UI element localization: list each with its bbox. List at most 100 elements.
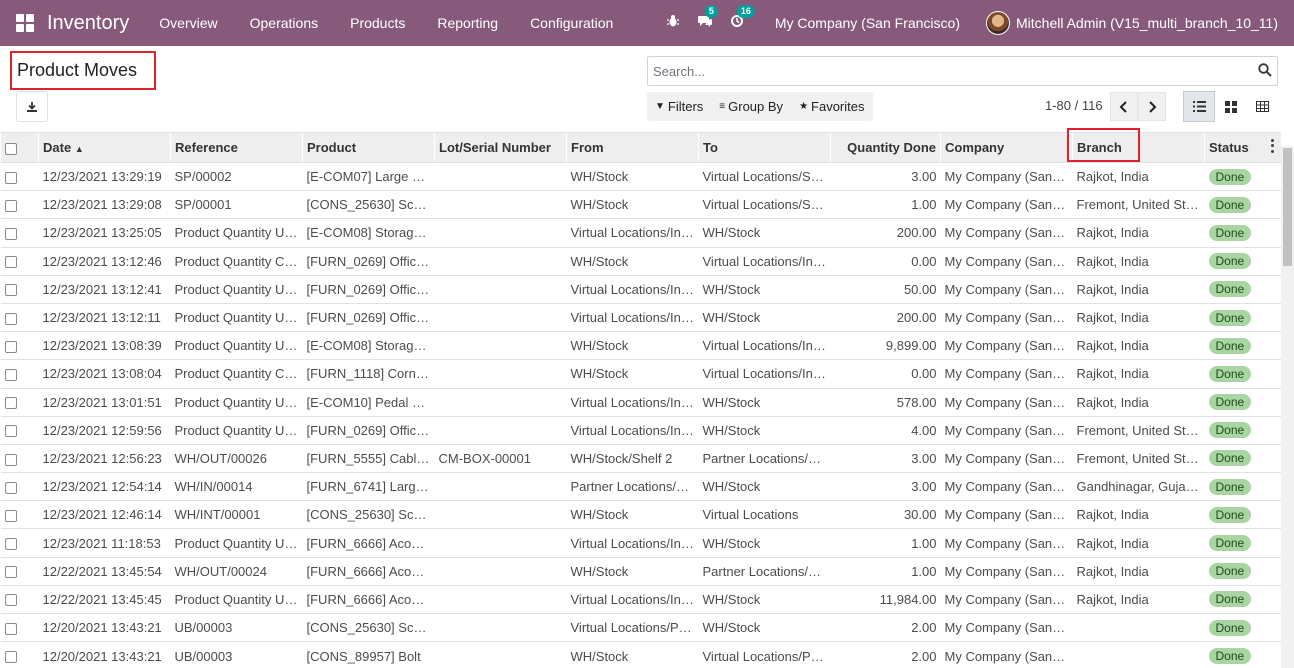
row-checkbox[interactable] bbox=[4, 312, 17, 325]
menu-operations[interactable]: Operations bbox=[234, 0, 334, 46]
table-row[interactable]: 12/23/2021 12:46:14 WH/INT/00001 [CONS_256… bbox=[0, 500, 1281, 529]
table-row[interactable]: 12/22/2021 13:45:45Product Quantity Upda… bbox=[0, 584, 1281, 614]
cell-branch bbox=[1072, 641, 1205, 668]
table-row[interactable]: 12/23/2021 13:12:11Product Quantity Upda… bbox=[0, 302, 1281, 332]
table-row[interactable]: 12/23/2021 13:29:08 SP/00001 [CONS_25630] … bbox=[0, 190, 1281, 219]
column-date[interactable]: Date ▲ bbox=[38, 132, 171, 163]
table-row[interactable]: 12/23/2021 13:12:46 Product Quantity Conf… bbox=[0, 246, 1281, 276]
table-body: 12/23/2021 13:29:19 SP/00002 [E-COM07] Lar… bbox=[0, 161, 1281, 668]
cell-company: My Company (San Francisco) bbox=[940, 331, 1073, 360]
row-select-cell[interactable] bbox=[0, 528, 39, 558]
column-reference[interactable]: Reference bbox=[170, 132, 303, 163]
activities-icon[interactable]: 16 bbox=[727, 5, 755, 33]
row-checkbox[interactable] bbox=[4, 284, 17, 297]
user-avatar[interactable] bbox=[986, 11, 1010, 35]
bug-icon[interactable] bbox=[663, 13, 683, 33]
filters-button[interactable]: ▼ Filters bbox=[647, 92, 711, 121]
row-select-cell[interactable] bbox=[0, 472, 39, 501]
row-select-cell[interactable] bbox=[0, 556, 39, 586]
row-select-cell[interactable] bbox=[0, 443, 39, 473]
column-branch[interactable]: Branch bbox=[1072, 132, 1205, 163]
menu-overview[interactable]: Overview bbox=[143, 0, 233, 46]
apps-menu-icon[interactable] bbox=[16, 14, 34, 32]
row-checkbox[interactable] bbox=[4, 622, 17, 635]
table-row[interactable]: 12/23/2021 13:12:41Product Quantity Upda… bbox=[0, 274, 1281, 304]
cell-branch: Fremont, United States bbox=[1072, 190, 1205, 219]
row-checkbox[interactable] bbox=[4, 481, 17, 494]
search-icon[interactable] bbox=[1258, 63, 1272, 80]
row-checkbox[interactable] bbox=[4, 651, 17, 664]
search-input[interactable] bbox=[648, 57, 1238, 85]
cell-status: Done bbox=[1204, 190, 1281, 219]
table-row[interactable]: 12/23/2021 12:54:14 WH/IN/00014 [FURN_6741… bbox=[0, 472, 1281, 501]
row-checkbox[interactable] bbox=[4, 594, 17, 607]
row-checkbox[interactable] bbox=[4, 566, 17, 579]
row-select-cell[interactable] bbox=[0, 641, 39, 668]
table-row[interactable]: 12/23/2021 13:25:05Product Quantity Upda… bbox=[0, 218, 1281, 248]
pivot-view-button[interactable] bbox=[1246, 91, 1278, 122]
row-checkbox[interactable] bbox=[4, 397, 17, 410]
row-select-cell[interactable] bbox=[0, 415, 39, 445]
scroll-thumb[interactable] bbox=[1283, 148, 1292, 266]
row-select-cell[interactable] bbox=[0, 359, 39, 388]
row-checkbox[interactable] bbox=[4, 340, 17, 353]
row-select-cell[interactable] bbox=[0, 387, 39, 417]
table-row[interactable]: 12/23/2021 13:08:39Product Quantity Upda… bbox=[0, 331, 1281, 360]
table-row[interactable]: 12/20/2021 13:43:21 UB/00003 [CONS_89957] … bbox=[0, 641, 1281, 668]
menu-products[interactable]: Products bbox=[334, 0, 421, 46]
row-checkbox[interactable] bbox=[4, 228, 17, 241]
row-select-cell[interactable] bbox=[0, 302, 39, 332]
cell-product: [E-COM08] Storage Box bbox=[302, 218, 435, 248]
row-checkbox[interactable] bbox=[4, 509, 17, 522]
menu-reporting[interactable]: Reporting bbox=[421, 0, 514, 46]
row-select-cell[interactable] bbox=[0, 331, 39, 360]
pager-previous-button[interactable] bbox=[1110, 92, 1138, 121]
row-checkbox[interactable] bbox=[4, 368, 17, 381]
column-company[interactable]: Company bbox=[940, 132, 1073, 163]
table-row[interactable]: 12/20/2021 13:43:21 UB/00003 [CONS_25630] … bbox=[0, 612, 1281, 642]
row-select-cell[interactable] bbox=[0, 584, 39, 614]
row-checkbox[interactable] bbox=[4, 256, 17, 269]
table-row[interactable]: 12/23/2021 12:56:23 WH/OUT/00026 [FURN_555… bbox=[0, 443, 1281, 473]
row-select-cell[interactable] bbox=[0, 190, 39, 219]
cell-status: Done bbox=[1204, 161, 1281, 191]
user-menu[interactable]: Mitchell Admin (V15_multi_branch_10_11) bbox=[1016, 15, 1278, 31]
table-row[interactable]: 12/23/2021 12:59:56Product Quantity Upda… bbox=[0, 415, 1281, 445]
column-quantity-done[interactable]: Quantity Done bbox=[830, 132, 941, 163]
company-switcher[interactable]: My Company (San Francisco) bbox=[775, 15, 960, 31]
row-select-cell[interactable] bbox=[0, 246, 39, 276]
row-select-cell[interactable] bbox=[0, 612, 39, 642]
messages-icon[interactable]: 5 bbox=[695, 5, 718, 33]
row-checkbox[interactable] bbox=[4, 538, 17, 551]
row-select-cell[interactable] bbox=[0, 218, 39, 248]
kanban-view-button[interactable] bbox=[1215, 91, 1247, 122]
row-select-cell[interactable] bbox=[0, 500, 39, 529]
table-row[interactable]: 12/22/2021 13:45:54 WH/OUT/00024 [FURN_666… bbox=[0, 556, 1281, 586]
select-all-cell[interactable] bbox=[0, 132, 39, 163]
row-select-cell[interactable] bbox=[0, 161, 39, 191]
pager-next-button[interactable] bbox=[1138, 92, 1166, 121]
table-row[interactable]: 12/23/2021 13:29:19 SP/00002 [E-COM07] Lar… bbox=[0, 161, 1281, 191]
row-select-cell[interactable] bbox=[0, 274, 39, 304]
pager-value[interactable]: 1-80 / 116 bbox=[1045, 98, 1103, 113]
table-row[interactable]: 12/23/2021 11:18:53Product Quantity Upda… bbox=[0, 528, 1281, 558]
row-checkbox[interactable] bbox=[4, 199, 17, 212]
row-checkbox[interactable] bbox=[4, 171, 17, 184]
column-to[interactable]: To bbox=[698, 132, 831, 163]
select-all-checkbox[interactable] bbox=[5, 142, 17, 155]
table-row[interactable]: 12/23/2021 13:08:04 Product Quantity Conf… bbox=[0, 359, 1281, 388]
groupby-button[interactable]: ≡ Group By bbox=[711, 92, 791, 121]
optional-columns-icon[interactable] bbox=[1268, 138, 1276, 154]
row-checkbox[interactable] bbox=[4, 453, 17, 466]
column-from[interactable]: From bbox=[566, 132, 699, 163]
column-product[interactable]: Product bbox=[302, 132, 435, 163]
row-checkbox[interactable] bbox=[4, 425, 17, 438]
table-row[interactable]: 12/23/2021 13:01:51Product Quantity Upda… bbox=[0, 387, 1281, 417]
app-title[interactable]: Inventory bbox=[47, 12, 129, 35]
column-lot-serial[interactable]: Lot/Serial Number bbox=[434, 132, 567, 163]
export-button[interactable] bbox=[16, 91, 48, 122]
favorites-button[interactable]: ★ Favorites bbox=[791, 92, 872, 121]
vertical-scrollbar[interactable] bbox=[1281, 146, 1294, 668]
menu-configuration[interactable]: Configuration bbox=[514, 0, 629, 46]
list-view-button[interactable] bbox=[1183, 91, 1215, 122]
